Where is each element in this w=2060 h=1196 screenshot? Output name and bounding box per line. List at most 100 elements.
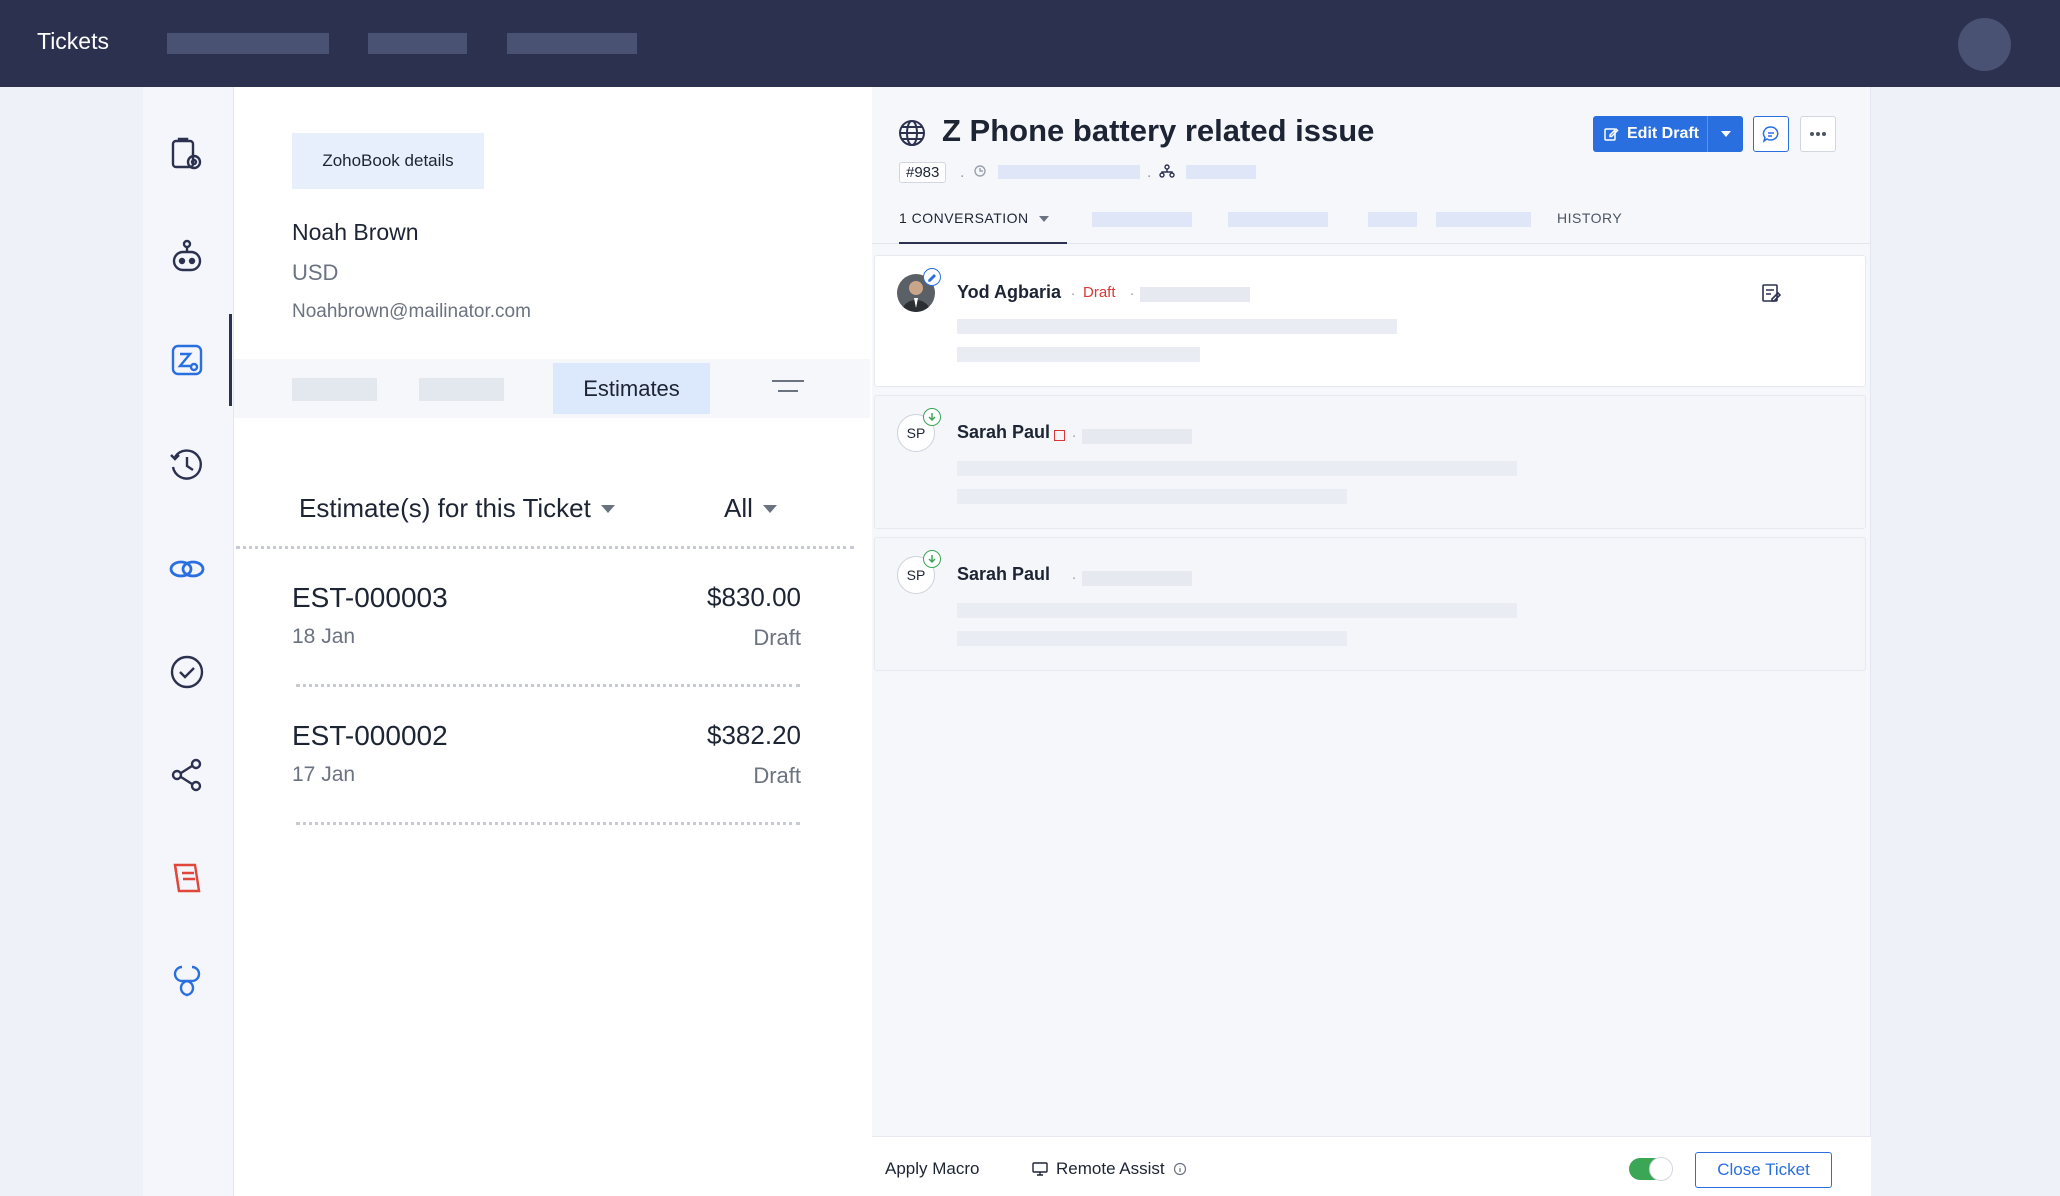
note-icon[interactable] bbox=[1760, 282, 1782, 304]
customer-currency: USD bbox=[292, 260, 339, 285]
avatar-initials: SP bbox=[906, 425, 926, 441]
zohobooks-widget: ZohoBook details Noah Brown USD Noahbrow… bbox=[234, 87, 872, 1196]
edit-icon bbox=[1604, 127, 1619, 141]
estimates-filter[interactable]: All bbox=[724, 493, 777, 524]
thread-author: Yod Agbaria bbox=[957, 282, 1062, 302]
tab-estimates[interactable]: Estimates bbox=[553, 363, 710, 414]
estimates-heading: Estimate(s) for this Ticket bbox=[299, 493, 591, 523]
estimate-id[interactable]: EST-000002 bbox=[292, 720, 448, 752]
estimate-date: 17 Jan bbox=[292, 763, 356, 786]
nav-placeholder[interactable] bbox=[507, 33, 637, 54]
ticket-footer: Apply Macro Remote Assist Close Ticket bbox=[872, 1136, 1871, 1196]
content-placeholder bbox=[957, 347, 1200, 362]
separator: . bbox=[1072, 566, 1077, 583]
thread-status: Draft bbox=[1083, 284, 1116, 301]
comment-icon bbox=[1762, 126, 1779, 143]
ticket-title: Z Phone battery related issue bbox=[942, 113, 1375, 148]
chevron-down-icon bbox=[1038, 216, 1049, 222]
tab-placeholder[interactable] bbox=[1228, 212, 1328, 227]
close-ticket-button[interactable]: Close Ticket bbox=[1695, 1152, 1832, 1188]
estimate-amount: $830.00 bbox=[707, 582, 801, 612]
toggle-knob bbox=[1649, 1157, 1673, 1181]
estimates-dropdown[interactable]: Estimate(s) for this Ticket bbox=[299, 493, 615, 524]
more-button[interactable] bbox=[1800, 116, 1836, 152]
separator: . bbox=[1071, 282, 1076, 299]
thread-item[interactable]: Yod Agbaria . Draft . bbox=[874, 255, 1866, 387]
meta-placeholder bbox=[998, 165, 1140, 179]
nav-placeholder[interactable] bbox=[167, 33, 329, 54]
ticket-settings-icon[interactable] bbox=[165, 133, 209, 177]
tab-conversation[interactable]: 1 CONVERSATION bbox=[899, 210, 1067, 244]
org-icon bbox=[1159, 164, 1175, 178]
user-avatar[interactable] bbox=[1958, 18, 2011, 71]
chevron-down-icon bbox=[600, 504, 615, 513]
bot-icon[interactable] bbox=[165, 236, 209, 280]
divider bbox=[296, 822, 800, 825]
filter-value: All bbox=[724, 493, 753, 523]
content-placeholder bbox=[957, 631, 1347, 646]
estimate-status: Draft bbox=[753, 625, 801, 650]
app-title[interactable]: Tickets bbox=[37, 28, 109, 55]
zohobook-details-button[interactable]: ZohoBook details bbox=[292, 133, 484, 189]
content-placeholder bbox=[957, 319, 1397, 334]
comment-button[interactable] bbox=[1753, 116, 1789, 152]
reply-badge-icon bbox=[923, 550, 941, 568]
remote-assist-button[interactable]: Remote Assist bbox=[1032, 1159, 1187, 1179]
edit-draft-label: Edit Draft bbox=[1627, 125, 1699, 142]
thread-item[interactable]: SP Sarah Paul . bbox=[874, 537, 1866, 671]
chevron-down-icon bbox=[762, 504, 777, 513]
separator: . bbox=[1147, 164, 1152, 181]
chevron-down-icon bbox=[1720, 131, 1731, 137]
share-icon[interactable] bbox=[165, 753, 209, 797]
estimate-id[interactable]: EST-000003 bbox=[292, 582, 448, 614]
book-icon[interactable] bbox=[165, 855, 209, 899]
thread-author: Sarah Paul bbox=[957, 422, 1051, 442]
edit-draft-button[interactable]: Edit Draft bbox=[1593, 116, 1743, 152]
info-icon[interactable] bbox=[1173, 1162, 1187, 1176]
ticket-number: #983 bbox=[899, 162, 947, 183]
nav-placeholder[interactable] bbox=[368, 33, 467, 54]
active-indicator bbox=[229, 314, 232, 406]
history-icon[interactable] bbox=[165, 443, 209, 487]
content-placeholder bbox=[957, 461, 1517, 476]
avatar-initials: SP bbox=[906, 567, 926, 583]
separator: . bbox=[1072, 424, 1077, 441]
tab-placeholder[interactable] bbox=[1092, 212, 1192, 227]
remote-assist-label: Remote Assist bbox=[1056, 1159, 1165, 1178]
app-sidebar bbox=[143, 87, 234, 1196]
content-placeholder bbox=[957, 489, 1347, 504]
check-circle-icon[interactable] bbox=[165, 650, 209, 694]
customer-email: Noahbrown@mailinator.com bbox=[292, 301, 531, 322]
more-icon bbox=[1810, 132, 1826, 136]
apply-macro-button[interactable]: Apply Macro bbox=[885, 1159, 979, 1179]
edit-draft-dropdown[interactable] bbox=[1707, 116, 1743, 152]
meta-placeholder bbox=[1186, 165, 1256, 179]
tab-placeholder[interactable] bbox=[1368, 212, 1417, 227]
clock-icon bbox=[974, 165, 986, 177]
reply-badge-icon bbox=[923, 408, 941, 426]
zohobooks-icon[interactable] bbox=[165, 338, 209, 382]
separator: . bbox=[1130, 282, 1135, 299]
link-icon[interactable] bbox=[165, 547, 209, 591]
separator: . bbox=[960, 164, 965, 181]
tab-placeholder[interactable] bbox=[292, 378, 377, 401]
edit-draft-main[interactable]: Edit Draft bbox=[1593, 125, 1707, 143]
tab-placeholder[interactable] bbox=[1436, 212, 1531, 227]
integration-icon[interactable] bbox=[165, 959, 209, 1003]
estimate-status: Draft bbox=[753, 763, 801, 788]
estimate-amount: $382.20 bbox=[707, 720, 801, 750]
thread-item[interactable]: SP Sarah Paul . bbox=[874, 395, 1866, 529]
customer-name: Noah Brown bbox=[292, 219, 419, 245]
tab-placeholder[interactable] bbox=[419, 378, 504, 401]
tab-history[interactable]: HISTORY bbox=[1557, 210, 1622, 226]
monitor-icon bbox=[1032, 1162, 1048, 1176]
time-placeholder bbox=[1140, 287, 1250, 302]
thread-author: Sarah Paul bbox=[957, 564, 1051, 584]
toggle-switch[interactable] bbox=[1629, 1157, 1673, 1181]
channel-icon bbox=[1054, 430, 1065, 441]
time-placeholder bbox=[1082, 429, 1192, 444]
menu-icon[interactable] bbox=[770, 376, 806, 396]
divider bbox=[236, 546, 854, 549]
top-bar: Tickets bbox=[0, 0, 2060, 87]
globe-icon bbox=[899, 120, 925, 146]
